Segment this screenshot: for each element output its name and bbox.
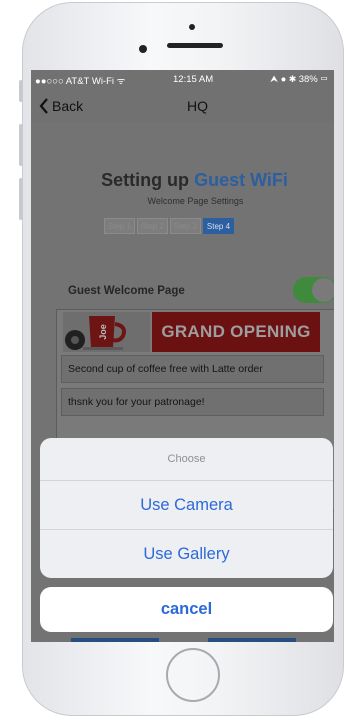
cancel-button[interactable]: cancel [40, 587, 333, 632]
earpiece-speaker [167, 43, 223, 48]
page-subtitle: Welcome Page Settings [147, 196, 244, 206]
proximity-sensor [189, 24, 195, 30]
nav-title: HQ [187, 98, 208, 114]
front-camera [139, 45, 147, 53]
banner-image[interactable]: Joe GRAND OPENING [63, 312, 320, 352]
welcome-message-field-2[interactable]: thsnk you for your patronage! [61, 388, 324, 416]
step-3-tab[interactable]: Step 3 [170, 218, 201, 234]
battery-indicators: ⮝ ● ✱ 38% ▭ [269, 74, 328, 85]
step-4-tab[interactable]: Step 4 [203, 218, 234, 234]
navigation-bar: Back HQ [31, 88, 334, 122]
coffee-mug-icon: Joe [63, 312, 150, 352]
use-camera-button[interactable]: Use Camera [40, 481, 333, 530]
step-1-tab[interactable]: Step 1 [104, 218, 135, 234]
clock: 12:15 AM [173, 74, 214, 85]
volume-up-button [19, 124, 23, 166]
volume-down-button [19, 178, 23, 220]
hidden-button-left [71, 638, 159, 642]
carrier-label: ●●○○○ AT&T Wi-Fi ᯤ [35, 76, 126, 87]
title-prefix: Setting up [101, 170, 190, 190]
action-sheet: Choose Use Camera Use Gallery [40, 438, 333, 578]
mug-image: Joe [63, 312, 150, 352]
guest-welcome-toggle[interactable] [293, 277, 334, 303]
hidden-button-right [208, 638, 296, 642]
use-gallery-button[interactable]: Use Gallery [40, 530, 333, 578]
home-button[interactable] [166, 648, 220, 702]
step-indicator: Step 1 Step 2 Step 3 Step 4 [104, 218, 236, 234]
title-accent: Guest WiFi [194, 170, 288, 190]
welcome-message-field-1[interactable]: Second cup of coffee free with Latte ord… [61, 355, 324, 383]
page-title: Setting up Guest WiFi [31, 170, 334, 191]
guest-welcome-label: Guest Welcome Page [68, 285, 185, 297]
grand-opening-banner: GRAND OPENING [152, 312, 320, 352]
toggle-knob [312, 278, 334, 302]
action-sheet-title: Choose [40, 438, 333, 481]
screen: ●●○○○ AT&T Wi-Fi ᯤ 12:15 AM ⮝ ● ✱ 38% ▭ … [31, 70, 334, 642]
mute-switch [19, 80, 23, 102]
step-2-tab[interactable]: Step 2 [137, 218, 168, 234]
status-bar: ●●○○○ AT&T Wi-Fi ᯤ 12:15 AM ⮝ ● ✱ 38% ▭ [31, 70, 334, 88]
mug-text: Joe [98, 324, 108, 340]
